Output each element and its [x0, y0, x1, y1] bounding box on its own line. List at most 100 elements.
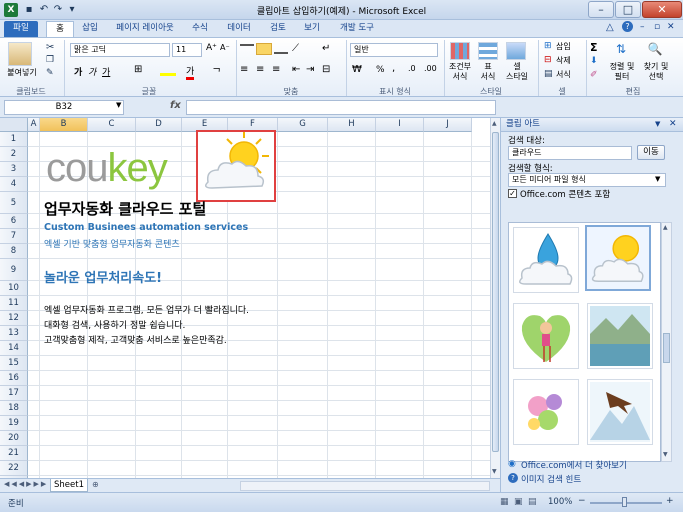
row-header-16[interactable]: 16 [0, 371, 28, 386]
cell-B5-title[interactable]: 업무자동화 클라우드 포털 [44, 198, 206, 219]
clipart-girl-heart[interactable] [513, 303, 579, 369]
decrease-decimal-icon[interactable]: .00 [424, 64, 437, 73]
clipart-lake-landscape[interactable] [587, 303, 653, 369]
row-header-10[interactable]: 10 [0, 281, 28, 296]
scroll-up-icon[interactable]: ▲ [663, 224, 668, 231]
delete-cells-icon[interactable]: ⊟ [544, 55, 552, 65]
row-header-13[interactable]: 13 [0, 326, 28, 341]
format-table-button[interactable]: 표 서식 [474, 62, 502, 82]
tab-data[interactable]: 데이터 [222, 21, 256, 37]
insert-cells-button[interactable]: 삽입 [556, 42, 571, 52]
format-painter-icon[interactable]: ✎ [46, 68, 54, 78]
scroll-thumb[interactable] [492, 132, 499, 452]
orientation-icon[interactable]: ⟋ [292, 43, 299, 54]
row-header-8[interactable]: 8 [0, 244, 28, 259]
sheet-nav-icons[interactable]: ◀◀◀▶▶▶ [4, 480, 48, 488]
row-header-2[interactable]: 2 [0, 147, 28, 162]
zoom-out-button[interactable]: − [578, 496, 586, 506]
maximize-button[interactable]: □ [615, 1, 641, 18]
format-cells-icon[interactable]: ▤ [544, 69, 553, 79]
pane-close-icon[interactable]: ✕ [669, 119, 677, 129]
more-office-link[interactable]: Office.com에서 더 찾아보기 [521, 459, 627, 471]
delete-cells-button[interactable]: 삭제 [556, 56, 571, 66]
row-header-11[interactable]: 11 [0, 296, 28, 311]
clipart-cloud-sun-selected[interactable] [196, 130, 276, 202]
insert-cells-icon[interactable]: ⊞ [544, 41, 552, 51]
scroll-down-icon[interactable]: ▼ [492, 468, 497, 475]
row-header-20[interactable]: 20 [0, 431, 28, 446]
row-header-21[interactable]: 21 [0, 446, 28, 461]
clipart-cloud-sun[interactable] [585, 225, 651, 291]
horizontal-scrollbar[interactable] [240, 481, 490, 491]
tab-view[interactable]: 보기 [298, 21, 326, 37]
conditional-format-button[interactable]: 조건부 서식 [444, 62, 476, 82]
normal-view-icon[interactable]: ▦ [500, 497, 509, 507]
row-header-22[interactable]: 22 [0, 461, 28, 476]
tab-home[interactable]: 홈 [46, 21, 74, 37]
comma-button[interactable]: , [392, 63, 395, 74]
cell-B11[interactable]: 엑셀 업무자동화 프로그램, 모든 업무가 더 빨라집니다. [44, 303, 249, 316]
wrap-text-icon[interactable]: ↵ [322, 43, 330, 54]
grow-font-icon[interactable]: A⁺ [206, 43, 217, 53]
row-header-5[interactable]: 5 [0, 192, 28, 214]
font-color-button[interactable]: 가 [186, 64, 195, 80]
close-button[interactable]: ✕ [642, 1, 682, 18]
cell-B13[interactable]: 고객맞춤형 제작, 고객맞춤 서비스로 높은만족감. [44, 333, 227, 346]
tab-page-layout[interactable]: 페이지 레이아웃 [110, 21, 180, 37]
tab-file[interactable]: 파일 [4, 21, 38, 37]
row-header-17[interactable]: 17 [0, 386, 28, 401]
percent-button[interactable]: % [376, 65, 385, 75]
page-layout-view-icon[interactable]: ▣ [514, 497, 523, 507]
number-format-combo[interactable]: 일반 [350, 43, 438, 57]
help-icon[interactable]: ? [622, 21, 633, 32]
clipart-flower-ornament[interactable] [513, 379, 579, 445]
font-size-combo[interactable]: 11 [172, 43, 202, 57]
clipart-mountain-eagle[interactable] [587, 379, 653, 445]
pane-options-icon[interactable]: ▼ [655, 120, 660, 128]
include-office-checkbox[interactable]: ✓ [508, 189, 517, 198]
row-header-14[interactable]: 14 [0, 341, 28, 356]
name-box-dropdown-icon[interactable]: ▼ [116, 101, 121, 109]
shrink-font-icon[interactable]: A⁻ [220, 43, 230, 52]
cell-B12[interactable]: 대화형 검색, 사용하기 정말 쉽습니다. [44, 318, 185, 331]
tab-formulas[interactable]: 수식 [186, 21, 214, 37]
clear-icon[interactable]: ✐ [590, 70, 598, 80]
minimize-button[interactable]: – [588, 1, 614, 18]
format-cells-button[interactable]: 서식 [556, 70, 571, 80]
results-scrollbar[interactable]: ▲ ▼ [661, 222, 672, 462]
conditional-format-icon[interactable] [450, 42, 470, 60]
merge-center-icon[interactable]: ⊟ [322, 64, 330, 75]
media-type-select[interactable]: 모든 미디어 파일 형식 [508, 173, 666, 187]
row-header-7[interactable]: 7 [0, 229, 28, 244]
column-header-D[interactable]: D [136, 118, 182, 132]
tab-developer[interactable]: 개발 도구 [334, 21, 380, 37]
align-top-icon[interactable] [240, 44, 254, 54]
select-all-corner[interactable] [0, 118, 28, 132]
search-hint-link[interactable]: 이미지 검색 힌트 [521, 473, 581, 485]
zoom-level[interactable]: 100% [548, 497, 572, 507]
row-header-3[interactable]: 3 [0, 162, 28, 177]
doc-close-icon[interactable]: ✕ [667, 22, 675, 32]
row-header-12[interactable]: 12 [0, 311, 28, 326]
name-box[interactable]: B32 [4, 100, 124, 115]
cell-B9-heading[interactable]: 놀라운 업무처리속도! [44, 267, 162, 286]
column-header-I[interactable]: I [376, 118, 424, 132]
paste-icon[interactable] [8, 42, 32, 66]
cell-styles-icon[interactable] [506, 42, 526, 60]
cell-B7-desc[interactable]: 엑셀 기반 맞춤형 업무자동화 콘텐츠 [44, 237, 180, 250]
page-break-view-icon[interactable]: ▤ [528, 497, 537, 507]
insert-sheet-icon[interactable]: ⊕ [92, 480, 99, 489]
column-header-H[interactable]: H [328, 118, 376, 132]
find-select-icon[interactable]: 🔍 [646, 42, 664, 58]
align-right-icon[interactable]: ≡ [272, 64, 280, 75]
underline-button[interactable]: 가 [102, 65, 110, 78]
minimize-ribbon-icon[interactable]: △ [606, 22, 614, 33]
sort-filter-icon[interactable]: ⇅ [612, 42, 630, 58]
insert-function-icon[interactable]: fx [170, 100, 181, 111]
align-bottom-icon[interactable] [274, 44, 288, 54]
increase-indent-icon[interactable]: ⇥ [306, 64, 314, 75]
format-table-icon[interactable] [478, 42, 498, 60]
italic-button[interactable]: 가 [88, 65, 96, 78]
copy-icon[interactable]: ❐ [46, 55, 54, 65]
scroll-down-icon[interactable]: ▼ [663, 451, 668, 458]
